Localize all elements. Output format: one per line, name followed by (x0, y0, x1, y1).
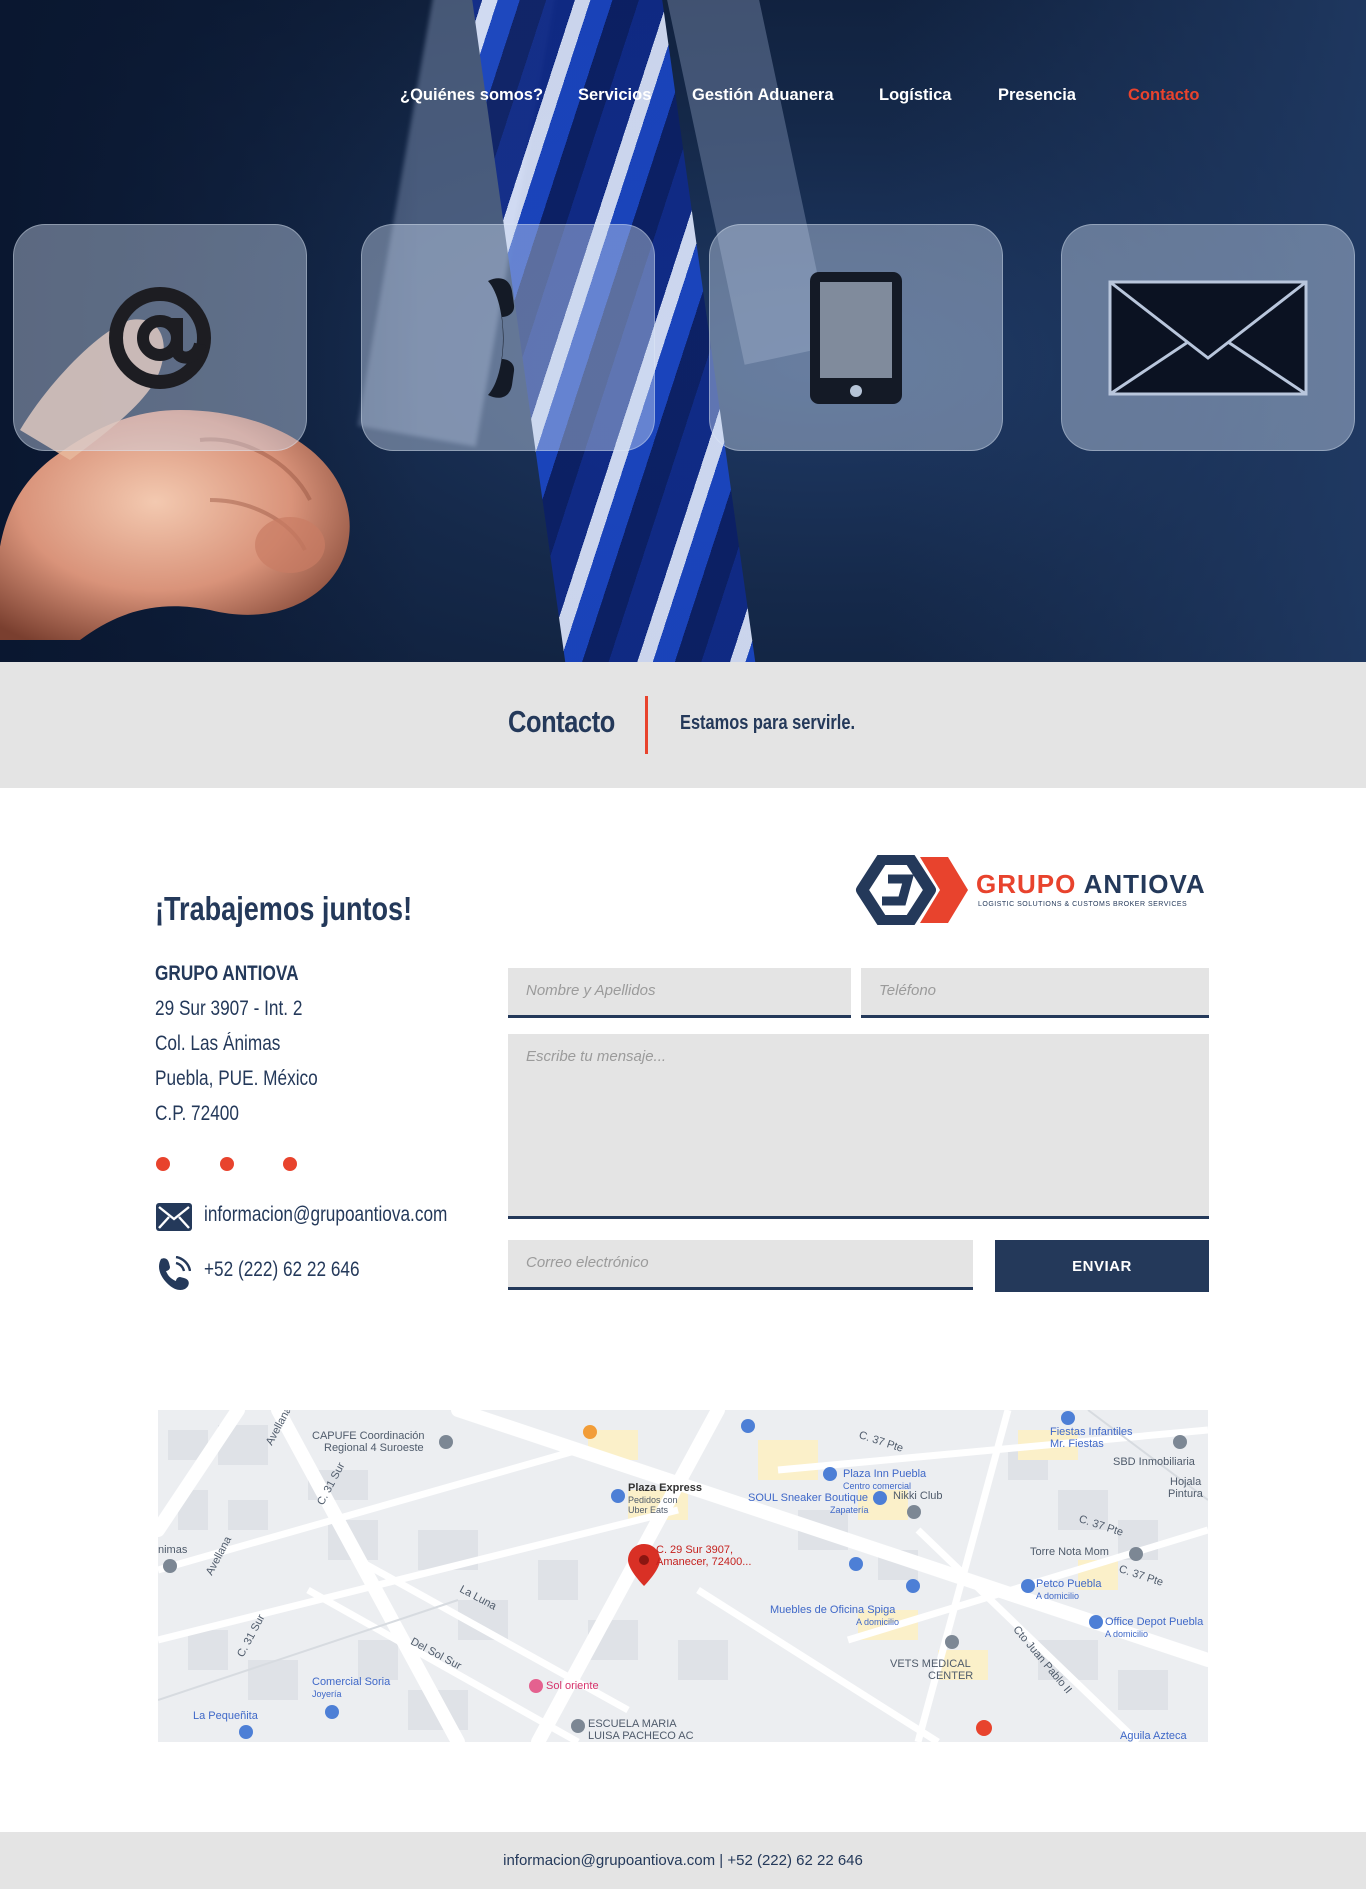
map-pin-label-line: Amanecer, 72400... (656, 1556, 752, 1568)
map-place-label: Hojala (1170, 1476, 1202, 1488)
address-line: C.P. 72400 (155, 1102, 239, 1125)
address-line: 29 Sur 3907 - Int. 2 (155, 997, 303, 1020)
map-place-label: Aguila Azteca (1120, 1730, 1187, 1742)
message-textarea[interactable]: Escribe tu mensaje... (508, 1034, 1209, 1219)
hero-tile-envelope (1061, 224, 1355, 451)
hero-tile-mobile (709, 224, 1003, 451)
name-input[interactable]: Nombre y Apellidos (508, 968, 851, 1018)
logo-mark-icon (856, 855, 968, 925)
mobile-phone-icon (810, 271, 902, 404)
map-place-label: Torre Nota Mom (1030, 1546, 1109, 1558)
contact-phone-link[interactable]: +52 (222) 62 22 646 (204, 1258, 360, 1282)
map-place-label: A domicilio (1105, 1629, 1149, 1639)
map-place-label: LUISA PACHECO AC (588, 1730, 694, 1742)
nav-item-gestion-aduanera[interactable]: Gestión Aduanera (692, 86, 834, 105)
map-place-label: Regional 4 Suroeste (324, 1442, 424, 1454)
nav-item-servicios[interactable]: Servicios (578, 86, 651, 105)
logo-word-grupo: GRUPO (976, 869, 1077, 899)
map-place-label: La Pequeñita (193, 1710, 258, 1722)
map-place-label: Zapatería (830, 1505, 869, 1515)
contact-email-link[interactable]: informacion@grupoantiova.com (204, 1203, 447, 1227)
map-place-label: SOUL Sneaker Boutique (748, 1492, 869, 1504)
map-place-label: ESCUELA MARIA (588, 1718, 677, 1730)
map-place-label: Muebles de Oficina Spiga (770, 1604, 896, 1616)
page-title: Contacto (508, 704, 615, 739)
hero-tile-phone (361, 224, 655, 451)
contact-header-band: Contacto Estamos para servirle. (0, 662, 1366, 788)
map-place-label: Sol oriente (546, 1680, 599, 1692)
map-pin-label: C. 29 Sur 3907, Amanecer, 72400... (656, 1544, 751, 1568)
nav-item-presencia[interactable]: Presencia (998, 86, 1076, 105)
title-divider (645, 696, 648, 754)
decorative-dot (283, 1157, 297, 1171)
map-place-label: Comercial Soria (312, 1676, 391, 1688)
address-line: Puebla, PUE. México (155, 1067, 318, 1090)
map-place-label: Fiestas Infantiles (1050, 1426, 1133, 1438)
email-input[interactable]: Correo electrónico (508, 1240, 973, 1290)
footer: informacion@grupoantiova.com | +52 (222)… (0, 1832, 1366, 1889)
phone-input[interactable]: Teléfono (861, 968, 1209, 1018)
phone-call-icon (158, 1256, 191, 1290)
logo-tagline: LOGISTIC SOLUTIONS & CUSTOMS BROKER SERV… (978, 901, 1188, 908)
map-place-label: Pintura (1168, 1488, 1203, 1500)
section-heading: ¡Trabajemos juntos! (155, 890, 413, 927)
map-place-label: A domicilio (1036, 1591, 1080, 1601)
logo-word-antiova: ANTIOVA (1083, 869, 1206, 899)
hero-tile-email (13, 224, 307, 451)
location-map[interactable]: C. 29 Sur 3907, Amanecer, 72400... CAPUF… (158, 1410, 1208, 1742)
decorative-dot (220, 1157, 234, 1171)
nav-item-contacto[interactable]: Contacto (1128, 86, 1200, 105)
map-place-label: Uber Eats (628, 1505, 669, 1515)
map-place-label: nimas (158, 1544, 188, 1556)
map-place-label: SBD Inmobiliaria (1113, 1456, 1195, 1468)
decorative-dot (156, 1157, 170, 1171)
at-sign-icon (109, 286, 211, 389)
submit-button[interactable]: ENVIAR (995, 1240, 1209, 1292)
nav-item-quienes-somos[interactable]: ¿Quiénes somos? (400, 86, 543, 105)
map-place-label: Office Depot Puebla (1105, 1616, 1204, 1628)
company-logo: GRUPO ANTIOVA LOGISTIC SOLUTIONS & CUSTO… (848, 855, 1212, 925)
page-subtitle: Estamos para servirle. (680, 712, 856, 734)
mail-icon (156, 1203, 192, 1231)
nav-item-logistica[interactable]: Logística (879, 86, 951, 105)
map-place-label: A domicilio (856, 1617, 900, 1627)
main-nav: ¿Quiénes somos? Servicios Gestión Aduane… (0, 86, 1366, 110)
map-pin-label-line: C. 29 Sur 3907, (656, 1544, 734, 1556)
footer-contact-text: informacion@grupoantiova.com | +52 (222)… (503, 1852, 863, 1869)
map-place-label: Petco Puebla (1036, 1578, 1102, 1590)
map-place-label: Nikki Club (893, 1490, 943, 1502)
map-place-label: Mr. Fiestas (1050, 1438, 1104, 1450)
map-place-label: VETS MEDICAL (890, 1658, 971, 1670)
hero-banner: ¿Quiénes somos? Servicios Gestión Aduane… (0, 0, 1366, 662)
company-name: GRUPO ANTIOVA (155, 962, 299, 985)
envelope-icon (1108, 280, 1308, 395)
map-place-label: Plaza Inn Puebla (843, 1468, 927, 1480)
address-line: Col. Las Ánimas (155, 1032, 281, 1055)
map-place-label: CENTER (928, 1670, 974, 1682)
map-place-label: Plaza Express (628, 1482, 702, 1494)
phone-handset-icon (488, 277, 515, 398)
logo-wordmark: GRUPO ANTIOVA (976, 869, 1206, 900)
map-place-label: Joyería (312, 1689, 342, 1699)
map-place-label: CAPUFE Coordinación (312, 1430, 425, 1442)
